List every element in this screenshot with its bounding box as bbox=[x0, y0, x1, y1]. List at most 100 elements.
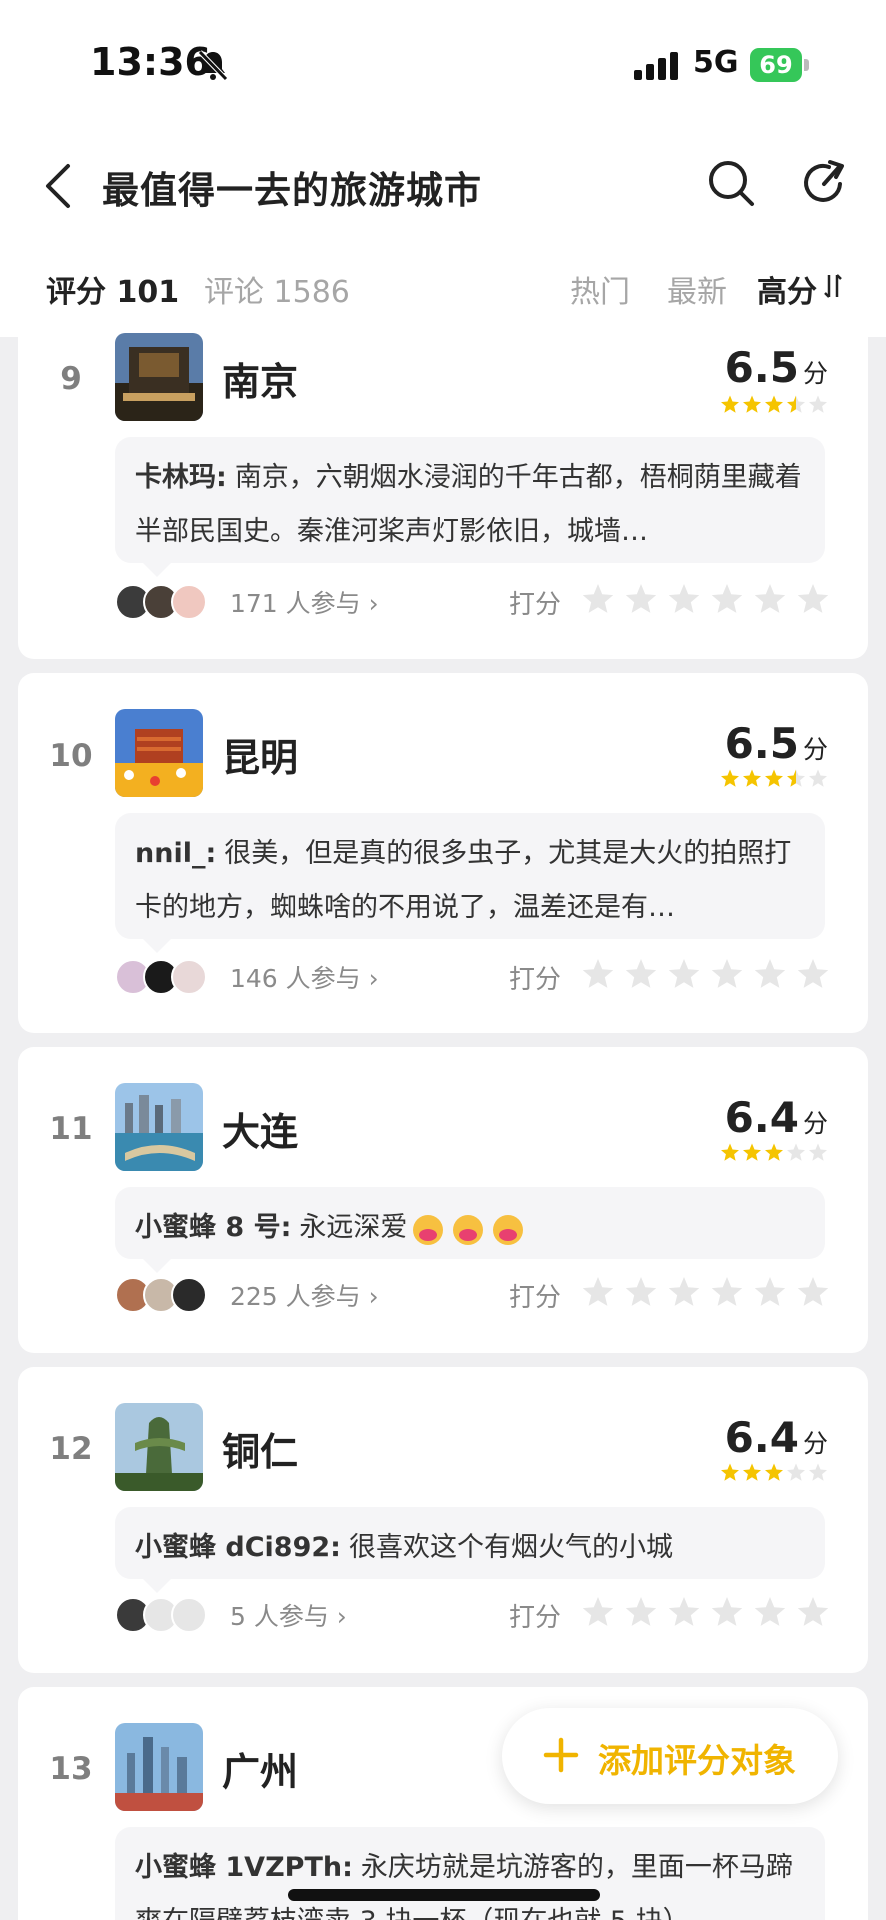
add-rating-target-button[interactable]: 添加评分对象 bbox=[502, 1708, 838, 1804]
review-author: 小蜜蜂 dCi892: bbox=[135, 1532, 341, 1563]
tab-comments[interactable]: 评论 1586 bbox=[204, 267, 350, 311]
rate-star[interactable] bbox=[754, 959, 786, 988]
rate-stars[interactable] bbox=[581, 958, 841, 992]
city-name: 铜仁 bbox=[222, 1430, 299, 1474]
rate-stars[interactable] bbox=[581, 1596, 841, 1630]
rate-star[interactable] bbox=[582, 584, 614, 613]
score-star bbox=[721, 1463, 739, 1481]
review-author: 卡林玛: bbox=[135, 462, 227, 493]
score-star bbox=[787, 1143, 805, 1161]
review-bubble[interactable]: 小蜜蜂 dCi892: 很喜欢这个有烟火气的小城 bbox=[115, 1507, 825, 1593]
city-name: 广州 bbox=[222, 1750, 299, 1794]
review-bubble[interactable]: 卡林玛: 南京，六朝烟水浸润的千年古都，梧桐荫里藏着半部民国史。秦淮河桨声灯影依旧… bbox=[115, 437, 825, 577]
network-label: 5G bbox=[693, 45, 739, 80]
review-bubble[interactable]: 小蜜蜂 1VZPTh:永庆坊就是坑游客的，里面一杯马蹄爽在隔壁荔枝湾卖 3 块一… bbox=[115, 1827, 825, 1920]
rate-star[interactable] bbox=[754, 1277, 786, 1306]
rate-star[interactable] bbox=[711, 584, 743, 613]
rate-stars[interactable] bbox=[581, 583, 841, 617]
review-bubble[interactable]: nnil_: 很美，但是真的很多虫子，尤其是大火的拍照打卡的地方，蜘蛛啥的不用说了… bbox=[115, 813, 825, 953]
tab-score[interactable]: 评分 101 bbox=[46, 267, 179, 311]
rate-star[interactable] bbox=[668, 959, 700, 988]
score: 6.4 分 bbox=[725, 1413, 828, 1462]
score-unit: 分 bbox=[802, 1109, 828, 1138]
avatar bbox=[171, 1277, 207, 1313]
participants-link[interactable]: 225 人参与 › bbox=[230, 1277, 379, 1313]
page-title: 最值得一去的旅游城市 bbox=[102, 169, 482, 212]
avatar bbox=[171, 1597, 207, 1633]
score-unit: 分 bbox=[802, 1429, 828, 1458]
score-unit: 分 bbox=[802, 735, 828, 764]
rate-star[interactable] bbox=[668, 1597, 700, 1626]
sort-latest[interactable]: 最新 bbox=[667, 267, 727, 311]
city-name: 南京 bbox=[222, 360, 299, 404]
rate-star[interactable] bbox=[797, 584, 829, 613]
rate-star[interactable] bbox=[711, 959, 743, 988]
rate-star[interactable] bbox=[754, 584, 786, 613]
status-time: 13:36 bbox=[90, 40, 211, 84]
participants-link[interactable]: 5 人参与 › bbox=[230, 1597, 347, 1633]
score-star bbox=[721, 769, 739, 787]
review-text: 南京，六朝烟水浸润的千年古都，梧桐荫里藏着半部民国史。秦淮河桨声灯影依旧，城墙… bbox=[135, 462, 802, 547]
score-value: 6.4 bbox=[724, 1413, 799, 1462]
city-thumbnail bbox=[115, 1723, 203, 1811]
rate-star[interactable] bbox=[625, 584, 657, 613]
rate-stars[interactable] bbox=[581, 1276, 841, 1310]
rate-star[interactable] bbox=[711, 1277, 743, 1306]
ranking-card[interactable]: 11 大连 6.4 分 小蜜蜂 8 号: 永远深爱 225 人参与 › 打分 bbox=[18, 1047, 868, 1353]
battery-icon: 69 bbox=[750, 48, 810, 82]
participant-avatars bbox=[115, 1597, 225, 1633]
score-star bbox=[765, 1143, 783, 1161]
city-thumbnail bbox=[115, 1403, 203, 1491]
search-icon[interactable] bbox=[706, 158, 756, 208]
score-star bbox=[765, 769, 783, 787]
rate-star[interactable] bbox=[668, 584, 700, 613]
sort-high-score[interactable]: 高分 bbox=[757, 267, 817, 311]
review-text: 很美，但是真的很多虫子，尤其是大火的拍照打卡的地方，蜘蛛啥的不用说了，温差还是有… bbox=[135, 838, 792, 923]
score-star bbox=[809, 395, 827, 413]
rate-star[interactable] bbox=[582, 1597, 614, 1626]
score-unit: 分 bbox=[802, 359, 828, 388]
home-indicator bbox=[288, 1889, 600, 1901]
rate-star[interactable] bbox=[625, 959, 657, 988]
status-bar: 13:36 5G 69 bbox=[0, 0, 886, 130]
review-bubble[interactable]: 小蜜蜂 8 号: 永远深爱 bbox=[115, 1187, 825, 1273]
review-text: 永远深爱 bbox=[299, 1212, 408, 1243]
share-icon[interactable] bbox=[800, 158, 850, 208]
score-star bbox=[809, 769, 827, 787]
rate-star[interactable] bbox=[625, 1597, 657, 1626]
score: 6.5 分 bbox=[725, 343, 828, 392]
rate-star[interactable] bbox=[711, 1597, 743, 1626]
rate-star[interactable] bbox=[797, 1277, 829, 1306]
participant-avatars bbox=[115, 1277, 225, 1313]
ranking-card[interactable]: 9 南京 6.5 分 卡林玛: 南京，六朝烟水浸润的千年古都，梧桐荫里藏着半部民国史… bbox=[18, 333, 868, 659]
rate-star[interactable] bbox=[582, 1277, 614, 1306]
score-value: 6.4 bbox=[724, 1093, 799, 1142]
rate-star[interactable] bbox=[625, 1277, 657, 1306]
participants-link[interactable]: 171 人参与 › bbox=[230, 584, 379, 620]
score-stars bbox=[721, 1463, 827, 1481]
sort-toggle-icon[interactable] bbox=[823, 273, 843, 299]
participants-link[interactable]: 146 人参与 › bbox=[230, 959, 379, 995]
score-star bbox=[721, 1143, 739, 1161]
review-author: nnil_: bbox=[135, 838, 217, 869]
score-star bbox=[787, 395, 805, 413]
rate-star[interactable] bbox=[754, 1597, 786, 1626]
city-name: 大连 bbox=[222, 1110, 299, 1154]
score-stars bbox=[721, 769, 827, 787]
sort-hot[interactable]: 热门 bbox=[570, 267, 630, 311]
rate-label: 打分 bbox=[509, 1603, 562, 1633]
ranking-card[interactable]: 12 铜仁 6.4 分 小蜜蜂 dCi892: 很喜欢这个有烟火气的小城 5 人参与… bbox=[18, 1367, 868, 1673]
review-author: 小蜜蜂 1VZPTh: bbox=[135, 1852, 353, 1883]
rate-star[interactable] bbox=[668, 1277, 700, 1306]
rate-star[interactable] bbox=[797, 959, 829, 988]
back-arrow-icon[interactable] bbox=[38, 158, 78, 214]
emoji-icon bbox=[411, 1212, 529, 1246]
rank-number: 12 bbox=[49, 1431, 93, 1467]
city-thumbnail bbox=[115, 333, 203, 421]
battery-level: 69 bbox=[750, 48, 802, 82]
rank-number: 9 bbox=[60, 361, 82, 397]
ranking-card[interactable]: 10 昆明 6.5 分 nnil_: 很美，但是真的很多虫子，尤其是大火的拍照打卡的… bbox=[18, 673, 868, 1033]
rate-label: 打分 bbox=[509, 1283, 562, 1313]
rate-star[interactable] bbox=[582, 959, 614, 988]
rate-star[interactable] bbox=[797, 1597, 829, 1626]
